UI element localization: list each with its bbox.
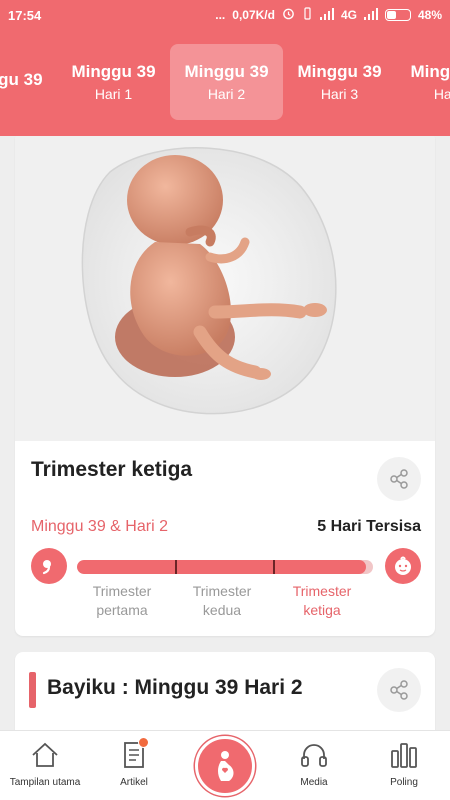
share-button[interactable]: [377, 457, 421, 501]
progress-fill: [77, 560, 366, 574]
trimester-label-line2: pertama: [96, 602, 148, 618]
progress-track: [77, 560, 373, 574]
tab-week-label: Minggu 39: [0, 70, 43, 89]
signal-icon: [319, 7, 334, 23]
vibrate-icon: [302, 7, 313, 23]
trimester-label-line1: Trimester: [192, 583, 252, 599]
tab-week-39-day-0[interactable]: Minggu 39: [0, 44, 57, 120]
battery-icon: [384, 9, 411, 21]
nav-article[interactable]: Artikel: [89, 737, 179, 788]
trimester-labels: Trimester pertama Trimester kedua Trimes…: [72, 582, 372, 620]
tab-week-label: Minggu 39: [297, 62, 382, 81]
tab-week-39-day-4[interactable]: Minggu 39 Hari 4: [396, 44, 450, 120]
share-icon: [390, 680, 408, 700]
nav-media[interactable]: Media: [269, 739, 359, 788]
tab-day-label: Hari 3: [320, 86, 359, 102]
status-time: 17:54: [8, 7, 42, 23]
trimester-label-line2: ketiga: [303, 602, 341, 618]
progress-divider: [273, 560, 275, 574]
baby-card-title: Bayiku : Minggu 39 Hari 2: [47, 676, 303, 699]
nav-home[interactable]: Tampilan utama: [0, 739, 90, 788]
days-remaining: 5 Hari Tersisa: [317, 518, 421, 535]
poll-icon: [387, 739, 421, 771]
nav-label: Poling: [390, 777, 418, 788]
tab-week-label: Minggu 39: [410, 62, 450, 81]
trimester-label-3: Trimester ketiga: [272, 582, 372, 620]
headphones-icon: [297, 739, 331, 771]
pregnancy-icon: [218, 751, 234, 781]
fetus-illustration: [15, 136, 435, 441]
current-week-day: Minggu 39 & Hari 2: [31, 518, 168, 535]
nav-poll[interactable]: Poling: [359, 739, 449, 788]
trimester-label-line1: Trimester: [92, 583, 152, 599]
battery-percent: 48%: [417, 8, 442, 22]
nav-pregnancy-button[interactable]: [195, 736, 255, 796]
baby-card: Bayiku : Minggu 39 Hari 2: [15, 652, 435, 730]
tab-week-39-day-3[interactable]: Minggu 39 Hari 3: [283, 44, 396, 120]
notification-dots: ...: [215, 8, 226, 22]
nav-label: Media: [300, 777, 328, 788]
tab-day-label: Hari 1: [94, 86, 133, 102]
trimester-label-2: Trimester kedua: [172, 582, 272, 620]
progress-divider: [175, 560, 177, 574]
tab-day-label: Hari 4: [433, 86, 450, 102]
signal-icon-2: [363, 7, 378, 23]
notification-badge: [138, 737, 149, 748]
baby-face-icon: [385, 548, 421, 584]
tab-week-label: Minggu 39: [184, 62, 269, 81]
tab-day-label: Hari 2: [207, 86, 246, 102]
share-button[interactable]: [377, 668, 421, 712]
home-icon: [28, 739, 62, 771]
network-type: 4G: [340, 8, 357, 22]
trimester-label-1: Trimester pertama: [72, 582, 172, 620]
network-speed: 0,07K/d: [232, 8, 275, 22]
tab-week-39-day-1[interactable]: Minggu 39 Hari 1: [57, 44, 170, 120]
tab-week-label: Minggu 39: [71, 62, 156, 81]
main-content[interactable]: Trimester ketiga Minggu 39 & Hari 2 5 Ha…: [0, 136, 450, 730]
trimester-card: Trimester ketiga Minggu 39 & Hari 2 5 Ha…: [15, 136, 435, 636]
week-day-tabbar: Minggu 39 Minggu 39 Hari 1 Minggu 39 Har…: [0, 30, 450, 136]
alarm-icon: [282, 7, 295, 23]
title-accent-bar: [29, 672, 36, 708]
tab-week-39-day-2[interactable]: Minggu 39 Hari 2: [170, 44, 283, 120]
share-icon: [390, 469, 408, 489]
nav-label: Artikel: [120, 777, 148, 788]
trimester-label-line2: kedua: [202, 602, 242, 618]
week-day-tabs: Minggu 39 Minggu 39 Hari 1 Minggu 39 Har…: [0, 44, 450, 120]
article-icon: [117, 737, 151, 771]
status-bar: 17:54 ... 0,07K/d 4G 48%: [0, 0, 450, 30]
trimester-title: Trimester ketiga: [31, 458, 193, 481]
embryo-icon: [31, 548, 67, 584]
nav-label: Tampilan utama: [9, 777, 81, 788]
trimester-label-line1: Trimester: [292, 583, 352, 599]
